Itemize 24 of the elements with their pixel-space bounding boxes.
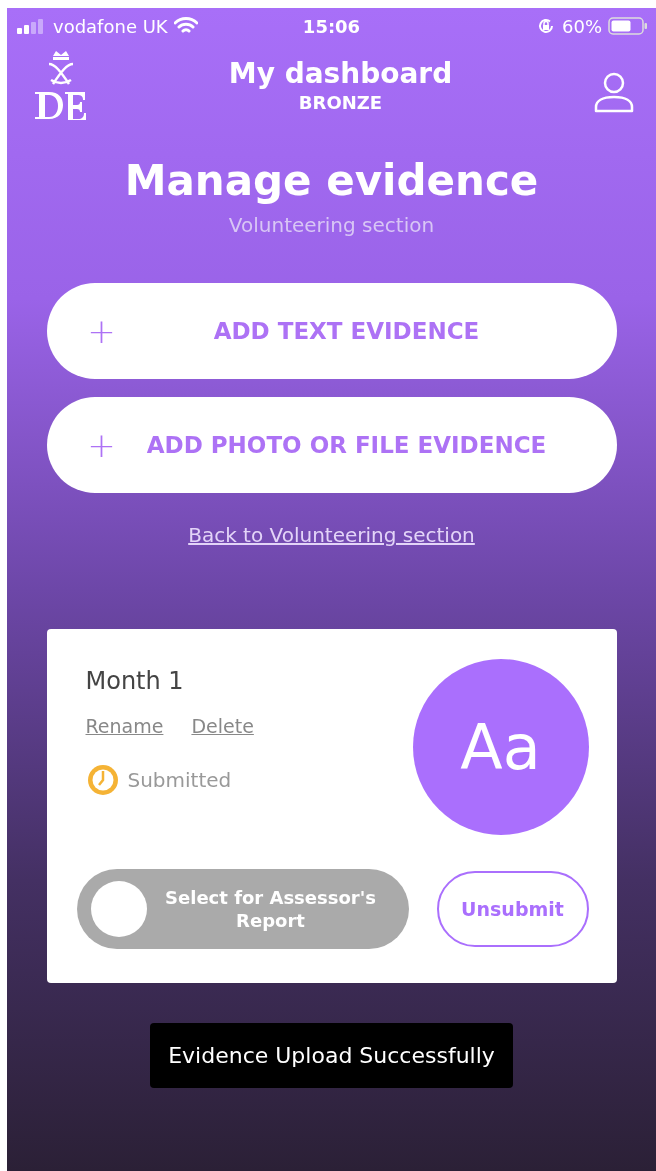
wifi-icon (173, 17, 198, 35)
evidence-status: Submitted (127, 768, 232, 792)
battery-icon (608, 16, 648, 36)
award-level: BRONZE (298, 92, 383, 113)
text-evidence-thumbnail: Aa (412, 659, 589, 835)
evidence-action-link[interactable]: Delete (191, 715, 254, 737)
assessor-report-toggle[interactable]: Select for Assessor's Report (76, 869, 409, 949)
add-evidence-button[interactable]: + ADD PHOTO OR FILE EVIDENCE (46, 397, 617, 493)
status-time: 15:06 (302, 15, 361, 37)
clock-icon (85, 763, 120, 797)
page-title: Manage evidence (124, 156, 539, 205)
evidence-action-link[interactable]: Rename (85, 715, 164, 737)
battery-percent: 60% (562, 15, 602, 37)
carrier-name: vodafone UK (53, 15, 168, 37)
header-title: My dashboard (228, 57, 453, 90)
evidence-title: Month 1 (85, 667, 185, 695)
page-subtitle: Volunteering section (228, 213, 435, 237)
unsubmit-button[interactable]: Unsubmit (436, 871, 589, 947)
rotation-lock-icon (536, 16, 556, 36)
profile-icon[interactable] (592, 71, 636, 113)
award-logo-icon[interactable] (33, 50, 89, 120)
toast-message: Evidence Upload Successfully (150, 1023, 513, 1088)
back-link[interactable]: Back to Volunteering section (188, 523, 475, 547)
add-evidence-button[interactable]: + ADD TEXT EVIDENCE (46, 283, 617, 379)
